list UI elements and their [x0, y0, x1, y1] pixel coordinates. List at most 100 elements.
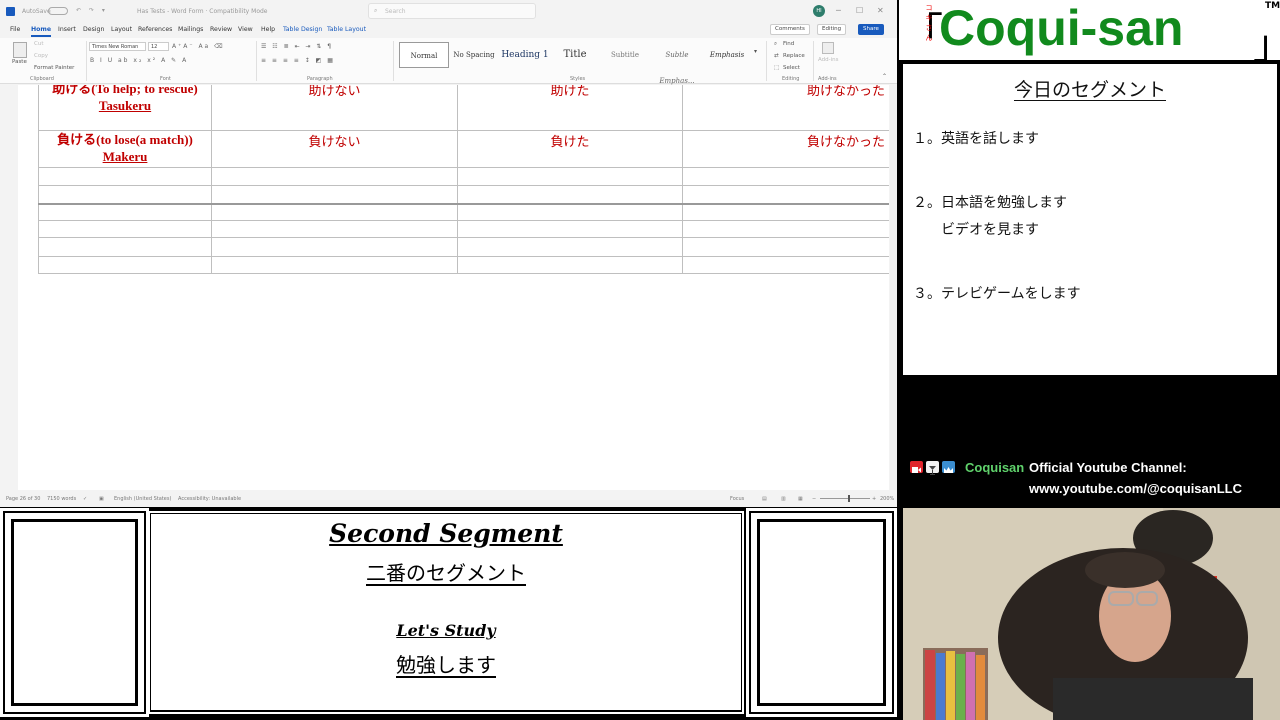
- align-icons[interactable]: ≡ ≡ ≡ ≡ ↕ ◩ ▦: [261, 57, 335, 64]
- table-cell[interactable]: [457, 256, 683, 274]
- style-no-spacing[interactable]: No Spacing: [451, 42, 497, 68]
- style-emphasis[interactable]: Emphasis: [705, 42, 749, 68]
- zoom-level[interactable]: 200%: [880, 496, 894, 502]
- table-cell[interactable]: [457, 220, 683, 238]
- style-subtitle[interactable]: Subtitle: [599, 42, 651, 68]
- tab-insert[interactable]: Insert: [58, 26, 76, 33]
- zoom-out-icon[interactable]: −: [812, 496, 816, 502]
- maximize-icon[interactable]: ☐: [856, 6, 863, 15]
- comments-button[interactable]: Comments: [770, 24, 810, 35]
- tab-view[interactable]: View: [238, 26, 253, 33]
- zoom-in-icon[interactable]: +: [872, 496, 876, 502]
- table-cell[interactable]: [682, 220, 889, 238]
- table-cell[interactable]: [682, 237, 889, 257]
- table-cell[interactable]: [38, 237, 212, 257]
- vertical-scrollbar[interactable]: [889, 85, 897, 490]
- tab-layout[interactable]: Layout: [111, 26, 132, 33]
- table-cell[interactable]: [211, 220, 458, 238]
- paste-icon[interactable]: [13, 42, 27, 58]
- editing-mode-button[interactable]: Editing: [817, 24, 847, 35]
- minimize-icon[interactable]: ─: [836, 6, 841, 15]
- table-cell-negative[interactable]: 負けない: [211, 130, 458, 168]
- search-box[interactable]: ⌕ Search: [368, 3, 536, 19]
- table-cell[interactable]: [457, 202, 683, 221]
- read-mode-icon[interactable]: ▤: [762, 496, 767, 502]
- document-page[interactable]: 助ける(To help; to rescue) Tasukeru 助けない 助け…: [18, 85, 889, 490]
- table-cell-dictionary[interactable]: 負ける(to lose(a match)) Makeru: [38, 130, 212, 168]
- table-cell[interactable]: [457, 185, 683, 204]
- proofing-icon[interactable]: ✓: [83, 496, 87, 502]
- document-title[interactable]: Has Tests - Word Form · Compatibility Mo…: [137, 8, 268, 15]
- accessibility-status[interactable]: Accessibility: Unavailable: [178, 496, 241, 502]
- table-cell[interactable]: [38, 167, 212, 186]
- table-cell[interactable]: [457, 237, 683, 257]
- tab-file[interactable]: File: [10, 26, 20, 33]
- print-layout-icon[interactable]: ▥: [781, 496, 786, 502]
- focus-button[interactable]: Focus: [730, 496, 744, 502]
- style-heading-1[interactable]: Heading 1: [499, 42, 551, 68]
- table-cell-dictionary[interactable]: 助ける(To help; to rescue) Tasukeru: [38, 85, 212, 131]
- page-count[interactable]: Page 26 of 30: [6, 496, 40, 502]
- font-name-select[interactable]: Times New Roman: [89, 42, 146, 51]
- cut-button[interactable]: Cut: [34, 41, 43, 47]
- table-cell-past[interactable]: 負けた: [457, 130, 683, 168]
- left-blank-frame: [0, 508, 149, 717]
- collapse-ribbon-icon[interactable]: ⌃: [882, 73, 887, 80]
- quick-access-icons[interactable]: ↶ ↷ ▾: [76, 7, 108, 14]
- share-button[interactable]: Share: [858, 24, 884, 35]
- font-format-icons[interactable]: B I U ab x₂ x² A ✎ A: [90, 57, 188, 64]
- font-size-select[interactable]: 12: [148, 42, 169, 51]
- addins-icon[interactable]: [822, 42, 834, 54]
- tab-home[interactable]: Home: [31, 26, 52, 37]
- table-cell[interactable]: [682, 185, 889, 204]
- style-subtle-emphasis[interactable]: Subtle Emphas...: [651, 42, 703, 85]
- table-cell[interactable]: [38, 202, 212, 221]
- style-title[interactable]: Title: [553, 42, 597, 68]
- zoom-slider-thumb[interactable]: [848, 495, 850, 502]
- table-cell[interactable]: [38, 220, 212, 238]
- tab-help[interactable]: Help: [261, 26, 275, 33]
- table-cell[interactable]: [682, 202, 889, 221]
- editing-group-label: Editing: [782, 76, 800, 82]
- table-cell-past-negative[interactable]: 負けなかった: [682, 130, 889, 168]
- word-count[interactable]: 7150 words: [47, 496, 76, 502]
- table-cell-past-negative[interactable]: 助けなかった: [682, 85, 889, 131]
- table-cell[interactable]: [38, 256, 212, 274]
- style-normal[interactable]: Normal: [399, 42, 449, 68]
- table-cell[interactable]: [38, 185, 212, 204]
- text-predictions-icon[interactable]: ▣: [99, 496, 104, 502]
- user-avatar[interactable]: HI: [813, 5, 825, 17]
- autosave-toggle[interactable]: [48, 7, 68, 15]
- format-painter-button[interactable]: Format Painter: [34, 65, 74, 71]
- tab-table-layout[interactable]: Table Layout: [327, 26, 366, 33]
- table-cell[interactable]: [211, 256, 458, 274]
- select-button[interactable]: Select: [783, 65, 800, 71]
- copy-button[interactable]: Copy: [34, 53, 48, 59]
- tab-review[interactable]: Review: [210, 26, 232, 33]
- tab-mailings[interactable]: Mailings: [178, 26, 203, 33]
- styles-more-icon[interactable]: ▾: [754, 48, 757, 55]
- replace-button[interactable]: Replace: [783, 53, 805, 59]
- tab-references[interactable]: References: [138, 26, 172, 33]
- list-icons[interactable]: ☰ ☷ ≣ ⇤ ⇥ ⇅ ¶: [261, 43, 333, 50]
- language-status[interactable]: English (United States): [114, 496, 171, 502]
- table-cell-past[interactable]: 助けた: [457, 85, 683, 131]
- table-cell[interactable]: [211, 237, 458, 257]
- zoom-slider[interactable]: [820, 498, 870, 499]
- table-cell[interactable]: [682, 256, 889, 274]
- table-cell[interactable]: [682, 167, 889, 186]
- table-cell[interactable]: [211, 202, 458, 221]
- current-segment-panel: Second Segment 二番のセグメント Let's Study 勉強しま…: [151, 514, 741, 710]
- web-layout-icon[interactable]: ▦: [798, 496, 803, 502]
- font-size-icons[interactable]: A⁺A⁻ Aa ⌫: [172, 43, 225, 50]
- table-cell[interactable]: [457, 167, 683, 186]
- replace-icon: ⇄: [774, 53, 779, 59]
- table-cell-negative[interactable]: 助けない: [211, 85, 458, 131]
- table-cell[interactable]: [211, 167, 458, 186]
- table-cell[interactable]: [211, 185, 458, 204]
- tab-design[interactable]: Design: [83, 26, 104, 33]
- close-icon[interactable]: ✕: [877, 6, 884, 15]
- ribbon-divider: [766, 41, 767, 81]
- tab-table-design[interactable]: Table Design: [283, 26, 322, 33]
- find-button[interactable]: Find: [783, 41, 794, 47]
